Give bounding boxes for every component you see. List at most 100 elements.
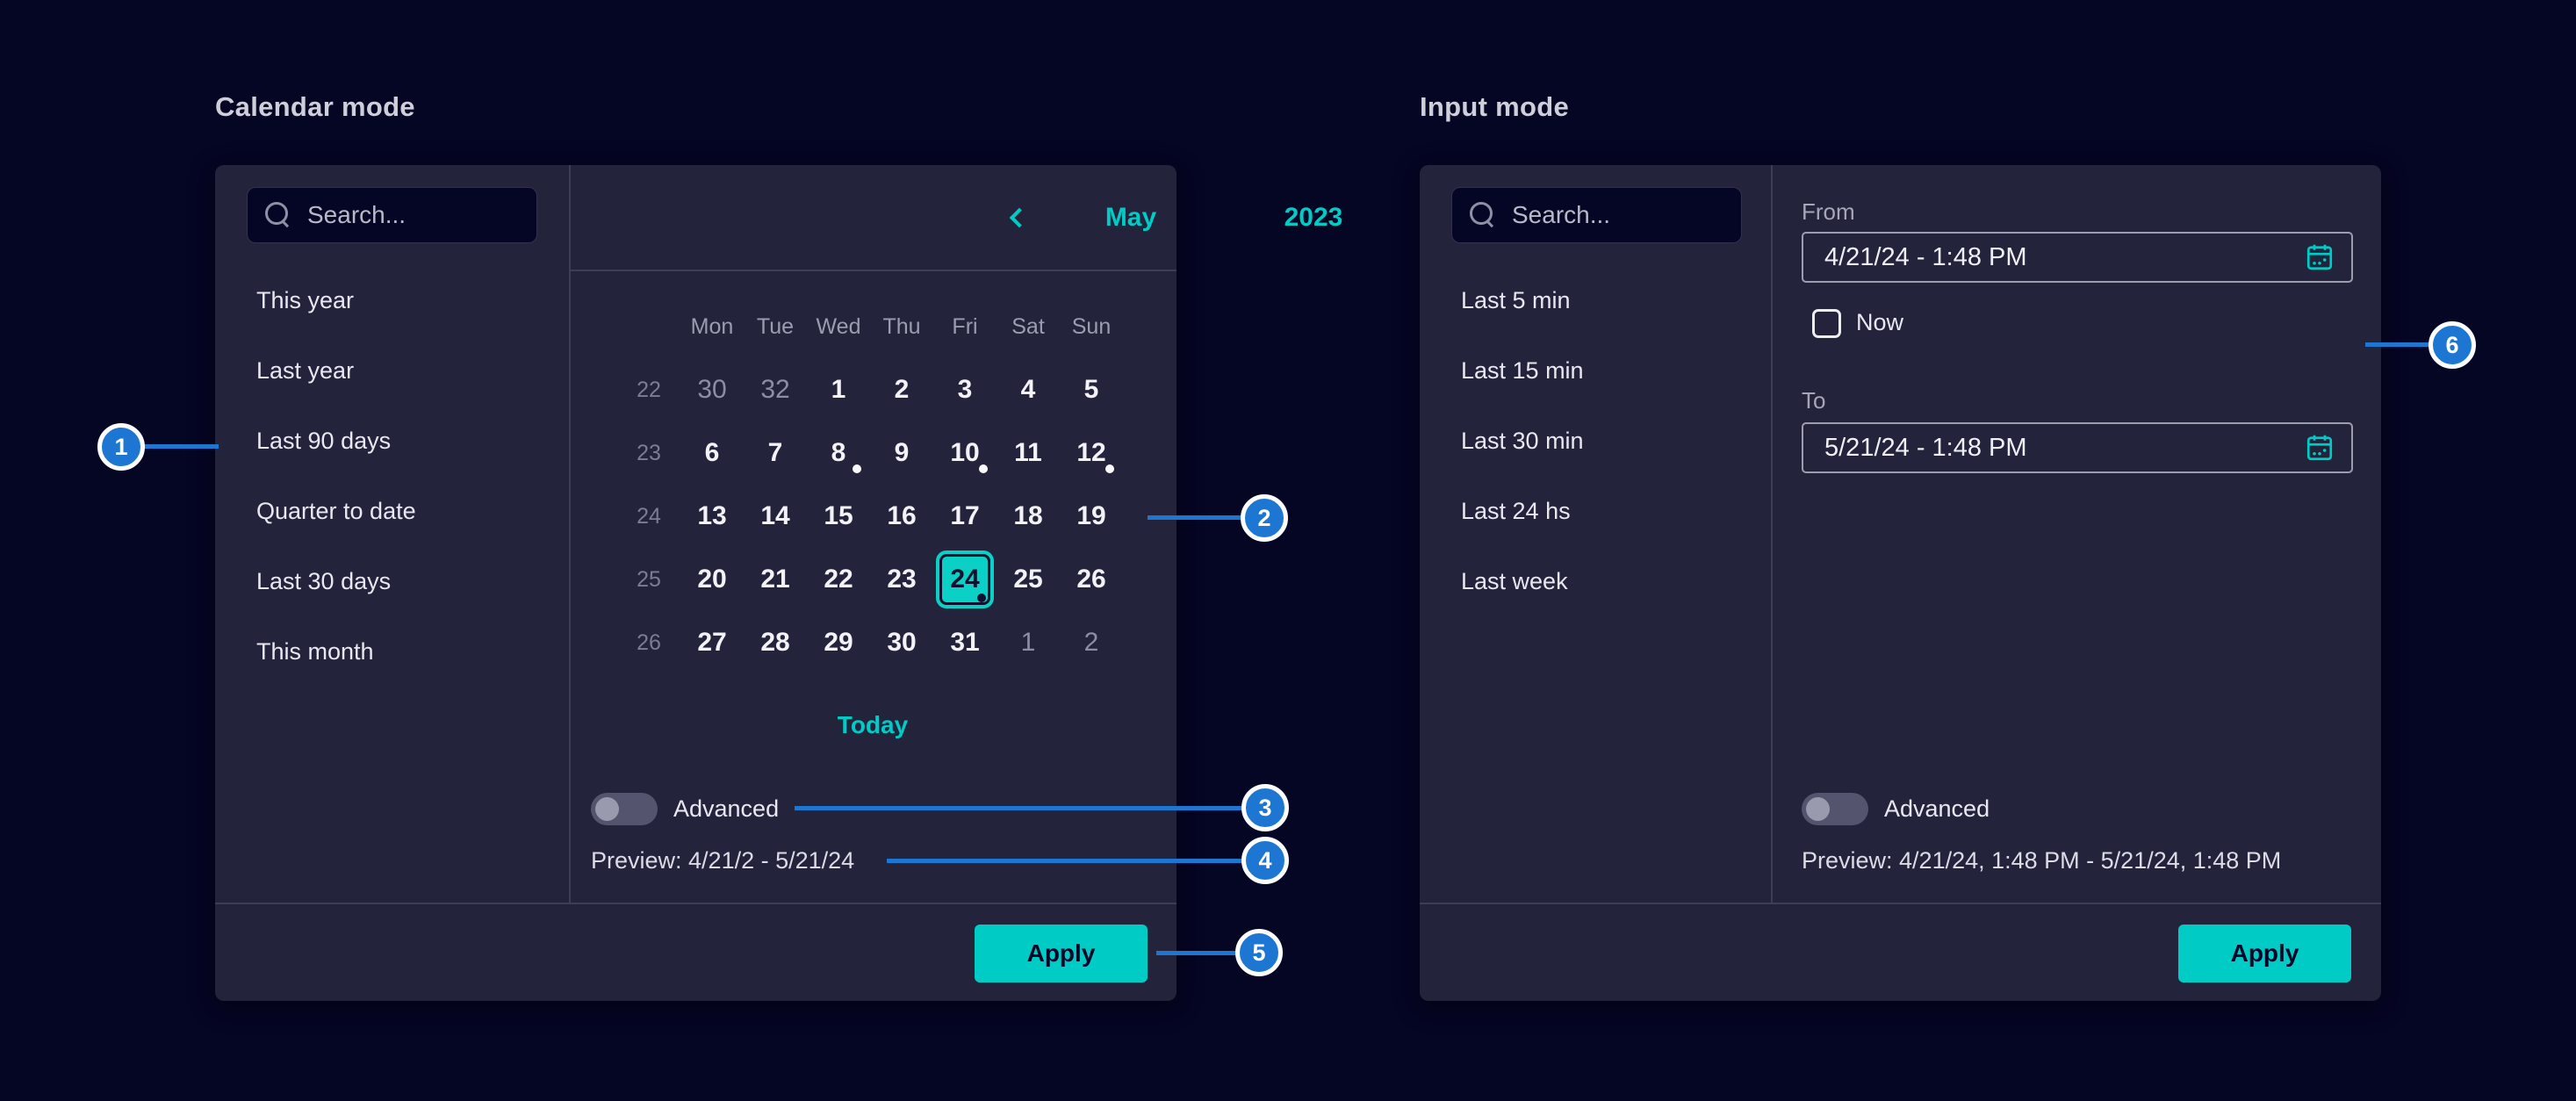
day-cell[interactable]: 1 (997, 611, 1060, 674)
to-label: To (1802, 387, 1825, 414)
search-input[interactable]: Search... (1451, 187, 1742, 243)
sidebar-item[interactable]: Last week (1420, 546, 1771, 616)
sidebar-item[interactable]: Last 30 min (1420, 406, 1771, 476)
sidebar-item[interactable]: Last year (215, 335, 566, 406)
day-cell[interactable]: 23 (870, 548, 933, 611)
annotation-line-6 (2365, 342, 2430, 347)
day-cell[interactable]: 26 (1060, 548, 1123, 611)
week-number: 24 (617, 485, 680, 548)
day-cell[interactable]: 32 (744, 358, 807, 421)
day-cell[interactable]: 27 (680, 611, 744, 674)
day-cell[interactable]: 25 (997, 548, 1060, 611)
month-button[interactable]: May (1105, 203, 1156, 233)
to-date-field[interactable]: 5/21/24 - 1:48 PM (1802, 422, 2353, 473)
calendar-icon[interactable] (2304, 241, 2335, 273)
day-cell[interactable]: 6 (680, 421, 744, 485)
day-cell[interactable]: 13 (680, 485, 744, 548)
day-cell[interactable]: 18 (997, 485, 1060, 548)
day-cell[interactable]: 1 (807, 358, 870, 421)
annotation-line-3 (795, 806, 1242, 810)
day-cell[interactable]: 29 (807, 611, 870, 674)
day-cell[interactable]: 16 (870, 485, 933, 548)
week-number: 23 (617, 421, 680, 485)
annotation-line-1 (143, 444, 219, 449)
previous-month-button[interactable] (997, 198, 1036, 237)
week-number: 25 (617, 548, 680, 611)
year-button[interactable]: 2023 (1284, 203, 1343, 233)
divider-header (569, 270, 1176, 271)
advanced-toggle[interactable] (1802, 793, 1868, 825)
day-cell[interactable]: 2 (1060, 611, 1123, 674)
divider-vertical (569, 165, 571, 903)
day-cell[interactable]: 20 (680, 548, 744, 611)
event-dot-icon (977, 594, 986, 602)
now-checkbox[interactable] (1812, 309, 1841, 338)
sidebar-item[interactable]: Quarter to date (215, 476, 566, 546)
search-icon (265, 202, 291, 228)
day-cell[interactable]: 30 (680, 358, 744, 421)
from-date-field[interactable]: 4/21/24 - 1:48 PM (1802, 232, 2353, 283)
day-cell[interactable]: 11 (997, 421, 1060, 485)
annotation-badge-5: 5 (1235, 929, 1283, 976)
toggle-knob-icon (1806, 797, 1830, 821)
day-cell[interactable]: 9 (870, 421, 933, 485)
week-number: 26 (617, 611, 680, 674)
calendar-icon[interactable] (2304, 432, 2335, 464)
day-cell[interactable]: 21 (744, 548, 807, 611)
from-label: From (1802, 198, 1855, 226)
day-cell[interactable]: 22 (807, 548, 870, 611)
sidebar-item[interactable]: Last 30 days (215, 546, 566, 616)
day-cell[interactable]: 19 (1060, 485, 1123, 548)
to-date-value: 5/21/24 - 1:48 PM (1824, 434, 2304, 463)
calendar-mode-title: Calendar mode (215, 91, 415, 123)
now-label: Now (1856, 309, 1903, 336)
sidebar-item[interactable]: This month (215, 616, 566, 687)
calendar-header: May 2023 (569, 165, 1176, 270)
preview-text: Preview: 4/21/2 - 5/21/24 (591, 847, 854, 874)
divider-footer (1420, 903, 2381, 904)
quick-range-list: This yearLast yearLast 90 daysQuarter to… (215, 265, 566, 687)
day-cell[interactable]: 12 (1060, 421, 1123, 485)
day-cell[interactable]: 28 (744, 611, 807, 674)
sidebar-item[interactable]: This year (215, 265, 566, 335)
weekday-header: Thu (870, 295, 933, 358)
toggle-knob-icon (595, 797, 619, 821)
weekday-header: Mon (680, 295, 744, 358)
day-cell[interactable]: 5 (1060, 358, 1123, 421)
calendar-mode-panel: Search... This yearLast yearLast 90 days… (215, 165, 1176, 1001)
day-cell[interactable]: 15 (807, 485, 870, 548)
sidebar-item[interactable]: Last 15 min (1420, 335, 1771, 406)
apply-button[interactable]: Apply (2178, 925, 2351, 982)
day-cell-selected[interactable]: 24 (933, 548, 997, 611)
chevron-left-icon (1010, 207, 1030, 227)
quick-range-list: Last 5 minLast 15 minLast 30 minLast 24 … (1420, 265, 1771, 616)
day-cell[interactable]: 10 (933, 421, 997, 485)
day-cell[interactable]: 4 (997, 358, 1060, 421)
search-placeholder: Search... (307, 201, 406, 229)
day-cell[interactable]: 3 (933, 358, 997, 421)
event-dot-icon (853, 464, 861, 473)
weekday-header: Fri (933, 295, 997, 358)
day-cell[interactable]: 7 (744, 421, 807, 485)
apply-button[interactable]: Apply (975, 925, 1148, 982)
day-cell[interactable]: 31 (933, 611, 997, 674)
advanced-toggle[interactable] (591, 793, 658, 825)
day-cell[interactable]: 30 (870, 611, 933, 674)
event-dot-icon (979, 464, 988, 473)
day-cell[interactable]: 2 (870, 358, 933, 421)
day-cell[interactable]: 17 (933, 485, 997, 548)
today-link[interactable]: Today (838, 711, 908, 739)
search-icon (1470, 202, 1496, 228)
day-cell[interactable]: 14 (744, 485, 807, 548)
sidebar-item[interactable]: Last 90 days (215, 406, 566, 476)
sidebar-item[interactable]: Last 5 min (1420, 265, 1771, 335)
sidebar-item[interactable]: Last 24 hs (1420, 476, 1771, 546)
annotation-badge-6: 6 (2428, 321, 2476, 369)
event-dot-icon (1105, 464, 1114, 473)
input-mode-title: Input mode (1420, 91, 1569, 123)
weekday-header-spacer (617, 295, 680, 358)
divider-vertical (1771, 165, 1773, 903)
search-input[interactable]: Search... (247, 187, 537, 243)
annotation-badge-4: 4 (1241, 837, 1289, 884)
day-cell[interactable]: 8 (807, 421, 870, 485)
